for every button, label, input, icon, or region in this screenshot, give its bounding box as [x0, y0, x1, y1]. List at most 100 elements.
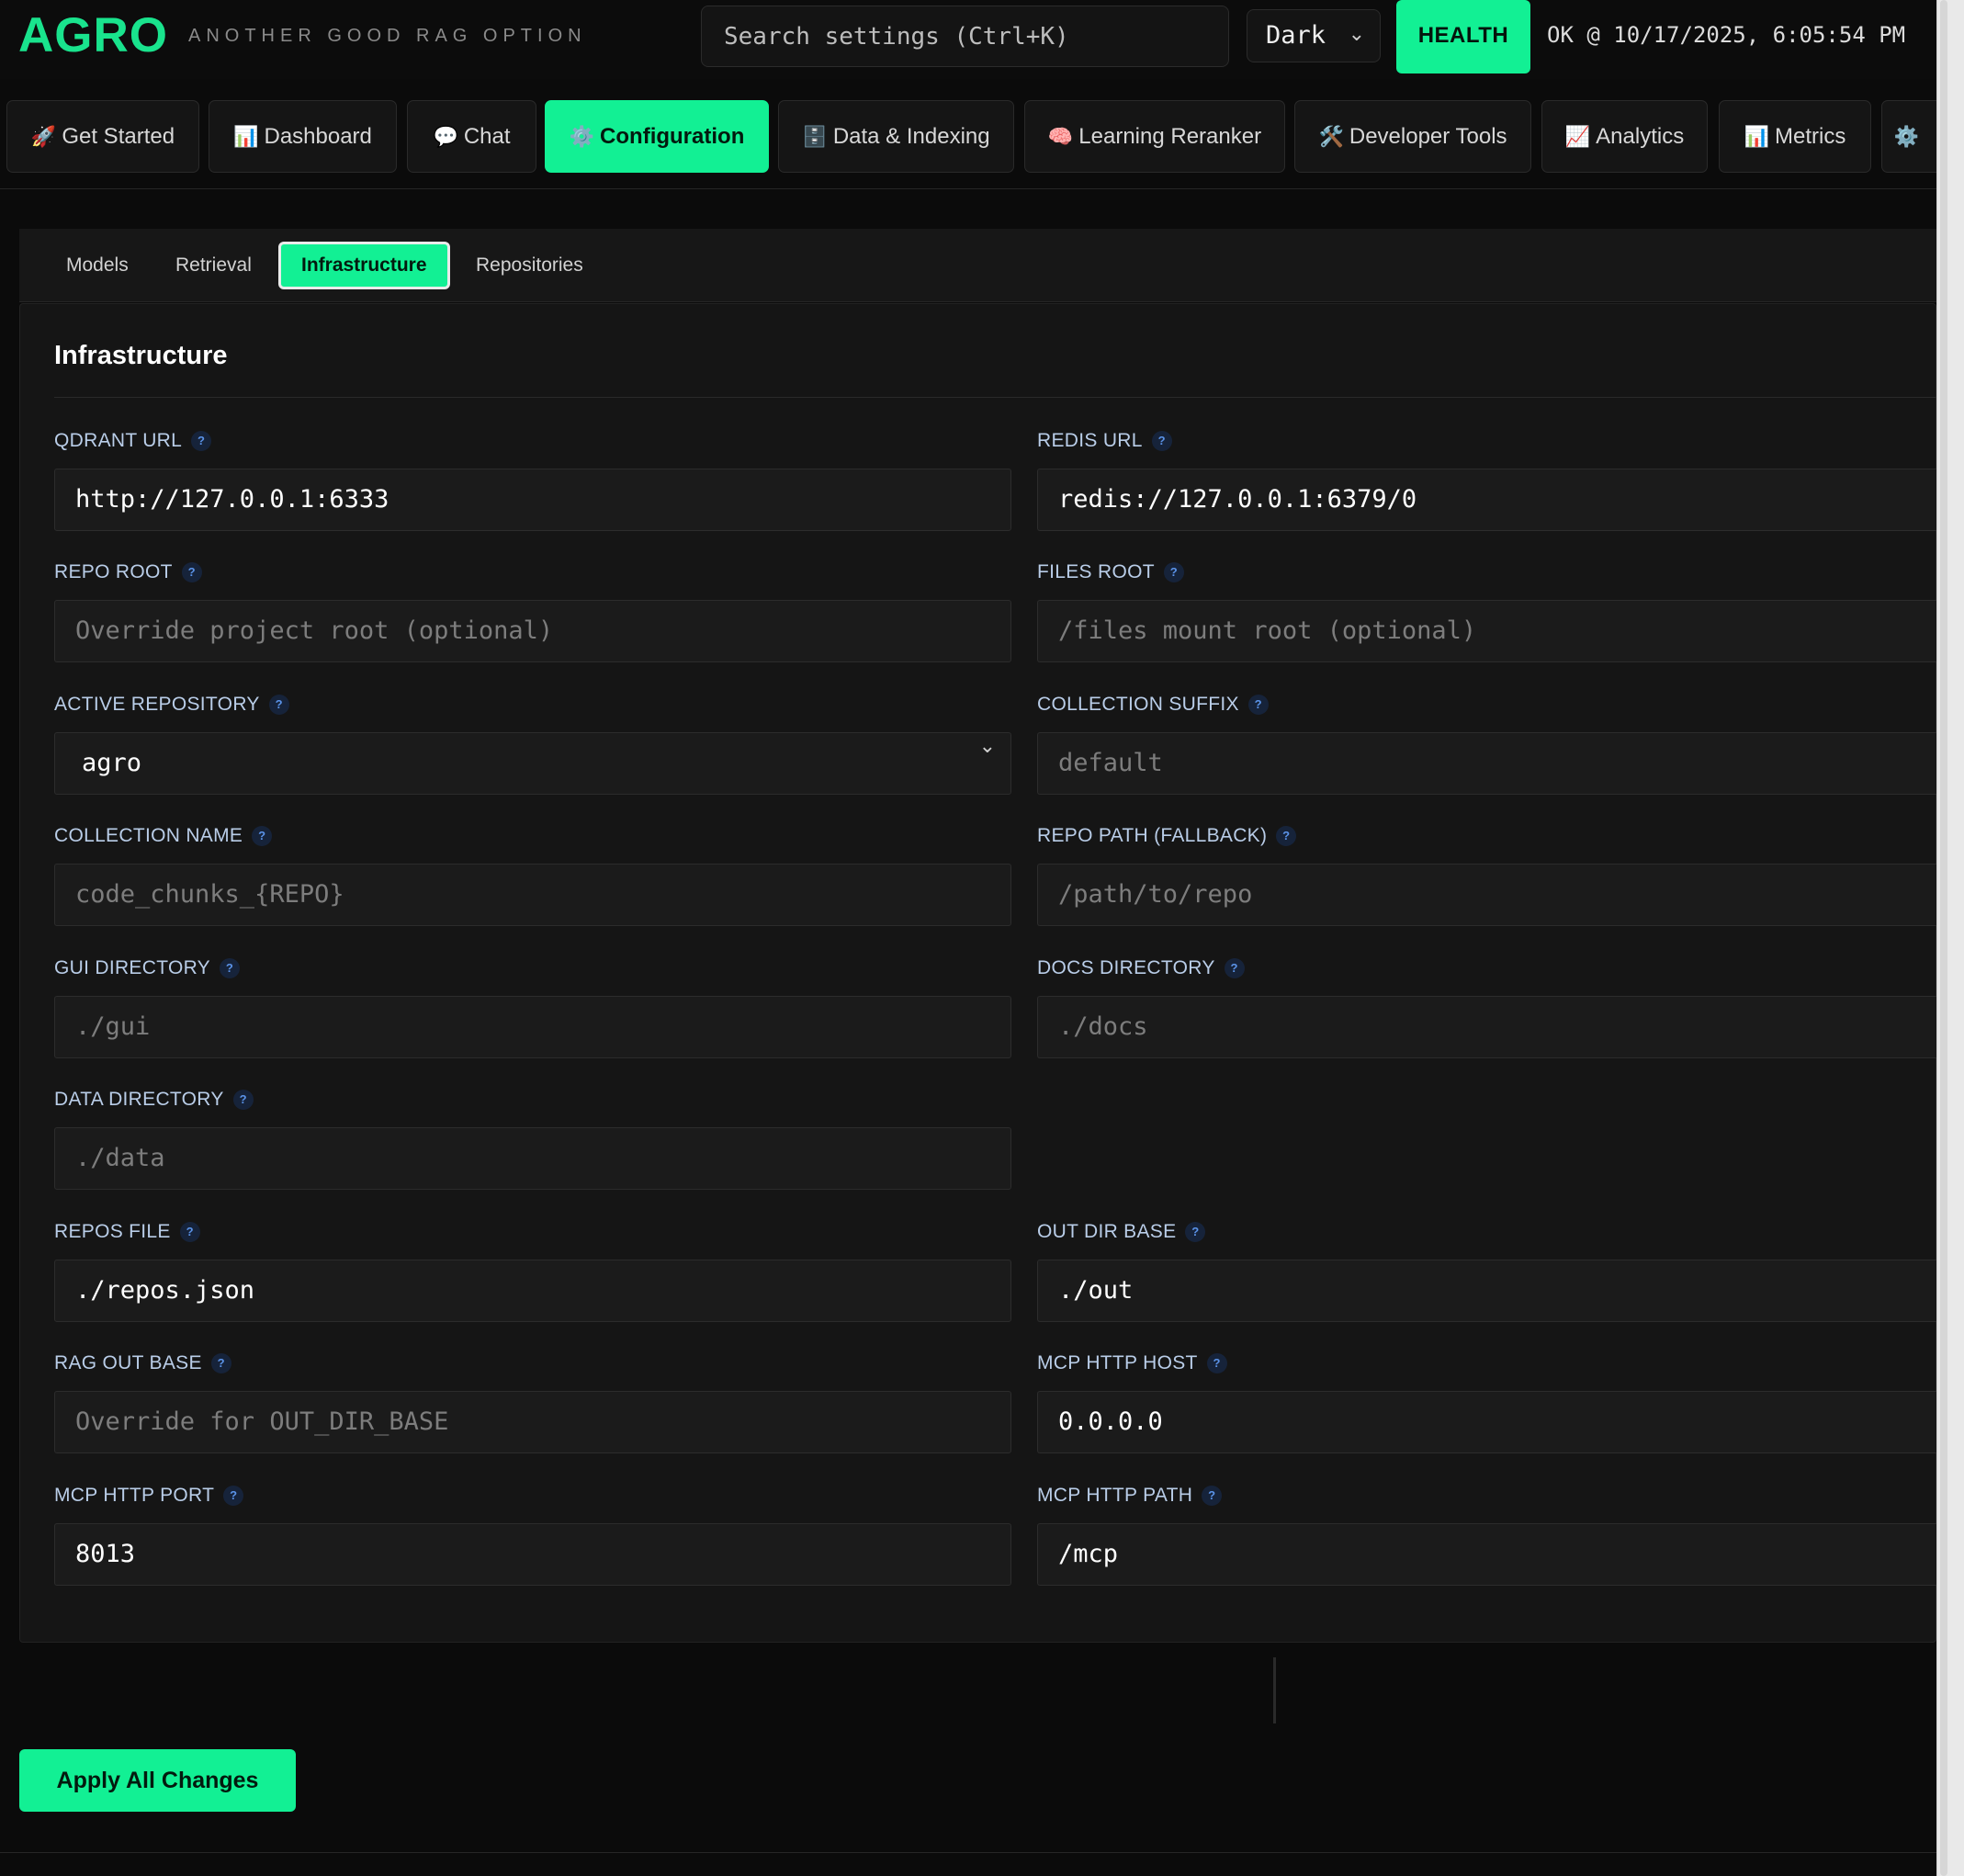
apply-all-changes-button[interactable]: Apply All Changes [19, 1749, 296, 1812]
nav-tab-chat[interactable]: 💬 Chat [407, 100, 536, 173]
help-icon[interactable]: ? [223, 1486, 244, 1506]
subtab-infrastructure[interactable]: Infrastructure [278, 242, 450, 289]
active-repository-select[interactable]: agro ⌄ [54, 732, 1011, 795]
subtab-models[interactable]: Models [46, 242, 149, 289]
divider [1273, 1657, 1276, 1723]
field-label-text: QDRANT URL [54, 430, 183, 451]
theme-select[interactable]: Dark ⌄ [1247, 9, 1381, 62]
field-label-text: COLLECTION SUFFIX [1037, 694, 1239, 715]
footer-divider [0, 1852, 1936, 1853]
gear-icon: ⚙️ [1893, 125, 1920, 148]
collection-name-input[interactable]: code_chunks_{REPO} [54, 864, 1011, 926]
subtab-retrieval[interactable]: Retrieval [155, 242, 272, 289]
nav-tab-analytics[interactable]: 📈 Analytics [1541, 100, 1708, 173]
field-label-text: MCP HTTP PATH [1037, 1485, 1193, 1506]
field-label: MCP HTTP PORT? [54, 1482, 1011, 1509]
rag-out-base-input[interactable]: Override for OUT_DIR_BASE [54, 1391, 1011, 1453]
mcp-http-host-input[interactable]: 0.0.0.0 [1037, 1391, 1937, 1453]
help-icon[interactable]: ? [210, 1353, 231, 1373]
repo-root-input[interactable]: Override project root (optional) [54, 600, 1011, 662]
help-icon[interactable]: ? [1163, 562, 1184, 582]
docs-directory-input[interactable]: ./docs [1037, 996, 1937, 1058]
nav-tab-configuration[interactable]: ⚙️ Configuration [545, 100, 769, 173]
mcp-http-port-input[interactable]: 8013 [54, 1523, 1011, 1586]
nav-tab-dashboard[interactable]: 📊 Dashboard [209, 100, 397, 173]
nav-tab-label: Developer Tools [1349, 124, 1507, 149]
help-icon[interactable]: ? [191, 431, 212, 451]
nav-tab-data-indexing[interactable]: 🗄️ Data & Indexing [778, 100, 1014, 173]
field-label-text: REDIS URL [1037, 430, 1143, 451]
line-chart-icon: 📈 [1564, 125, 1591, 148]
field-label: MCP HTTP PATH? [1037, 1482, 1937, 1509]
help-icon[interactable]: ? [1185, 1222, 1206, 1242]
main-nav: 🚀 Get Started 📊 Dashboard 💬 Chat ⚙️ Configur… [0, 83, 1936, 189]
health-status-text: OK @ 10/17/2025, 6:05:54 PM [1547, 22, 1906, 48]
nav-tab-label: Data & Indexing [832, 124, 990, 149]
files-root-input[interactable]: /files mount root (optional) [1037, 600, 1937, 662]
qdrant-url-field: QDRANT URL? http://127.0.0.1:6333 [54, 427, 1011, 531]
help-icon[interactable]: ? [1276, 826, 1297, 846]
docs-directory-field: DOCS DIRECTORY? ./docs [1037, 955, 1937, 1058]
help-icon[interactable]: ? [252, 826, 273, 846]
data-directory-input[interactable]: ./data [54, 1127, 1011, 1190]
mcp-http-path-input[interactable]: /mcp [1037, 1523, 1937, 1586]
app-tagline: ANOTHER GOOD RAG OPTION [188, 26, 587, 46]
out-dir-base-field: OUT DIR BASE? ./out [1037, 1218, 1937, 1322]
file-cabinet-icon: 🗄️ [802, 125, 828, 148]
nav-tab-metrics[interactable]: 📊 Metrics [1719, 100, 1871, 173]
repo-path-fallback-field: REPO PATH (FALLBACK)? /path/to/repo [1037, 822, 1937, 926]
rag-out-base-field: RAG OUT BASE? Override for OUT_DIR_BASE [54, 1350, 1011, 1453]
help-icon[interactable]: ? [1247, 695, 1269, 715]
field-label: REPO PATH (FALLBACK)? [1037, 822, 1937, 850]
gui-directory-field: GUI DIRECTORY? ./gui [54, 955, 1011, 1058]
active-repository-value: agro [82, 749, 142, 777]
repo-path-fallback-input[interactable]: /path/to/repo [1037, 864, 1937, 926]
chevron-down-icon: ⌄ [1348, 23, 1365, 46]
help-icon[interactable]: ? [268, 695, 289, 715]
help-icon[interactable]: ? [1151, 431, 1172, 451]
field-label-text: ACTIVE REPOSITORY [54, 694, 260, 715]
nav-tab-label: Chat [463, 124, 511, 149]
redis-url-input[interactable]: redis://127.0.0.1:6379/0 [1037, 469, 1937, 531]
files-root-field: FILES ROOT? /files mount root (optional) [1037, 559, 1937, 662]
nav-tab-label: Analytics [1596, 124, 1685, 149]
field-label-text: REPO ROOT [54, 561, 173, 582]
bar-chart-icon: 📊 [1744, 125, 1770, 148]
help-icon[interactable]: ? [1202, 1486, 1223, 1506]
health-button[interactable]: HEALTH [1396, 0, 1530, 73]
out-dir-base-input[interactable]: ./out [1037, 1260, 1937, 1322]
nav-tab-label: Get Started [62, 124, 175, 149]
field-label-text: REPO PATH (FALLBACK) [1037, 825, 1268, 846]
settings-search-input[interactable]: Search settings (Ctrl+K) [701, 6, 1229, 67]
help-icon[interactable]: ? [232, 1090, 254, 1110]
field-label-text: FILES ROOT [1037, 561, 1155, 582]
field-label: ACTIVE REPOSITORY? [54, 691, 1011, 718]
field-label-text: DATA DIRECTORY [54, 1089, 224, 1110]
help-icon[interactable]: ? [219, 958, 240, 978]
field-label: RAG OUT BASE? [54, 1350, 1011, 1377]
nav-tab-developer-tools[interactable]: 🛠️ Developer Tools [1294, 100, 1531, 173]
scrollbar-thumb[interactable] [1940, 0, 1947, 1876]
repos-file-input[interactable]: ./repos.json [54, 1260, 1011, 1322]
gui-directory-input[interactable]: ./gui [54, 996, 1011, 1058]
help-icon[interactable]: ? [179, 1222, 200, 1242]
field-label-text: REPOS FILE [54, 1221, 171, 1242]
help-icon[interactable]: ? [1224, 958, 1245, 978]
field-label-text: OUT DIR BASE [1037, 1221, 1177, 1242]
subtab-repositories[interactable]: Repositories [456, 242, 604, 289]
tools-icon: 🛠️ [1318, 125, 1344, 148]
redis-url-field: REDIS URL? redis://127.0.0.1:6379/0 [1037, 427, 1937, 531]
field-label: DATA DIRECTORY? [54, 1086, 1011, 1113]
nav-tab-learning-reranker[interactable]: 🧠 Learning Reranker [1024, 100, 1285, 173]
data-directory-field: DATA DIRECTORY? ./data [54, 1086, 1011, 1190]
nav-tab-settings[interactable]: ⚙️ [1881, 100, 1936, 173]
collection-suffix-input[interactable]: default [1037, 732, 1937, 795]
bar-chart-icon: 📊 [233, 125, 259, 148]
help-icon[interactable]: ? [1206, 1353, 1227, 1373]
field-label: REDIS URL? [1037, 427, 1937, 455]
help-icon[interactable]: ? [181, 562, 202, 582]
qdrant-url-input[interactable]: http://127.0.0.1:6333 [54, 469, 1011, 531]
field-label: COLLECTION NAME? [54, 822, 1011, 850]
nav-tab-label: Configuration [600, 124, 745, 149]
nav-tab-get-started[interactable]: 🚀 Get Started [6, 100, 199, 173]
